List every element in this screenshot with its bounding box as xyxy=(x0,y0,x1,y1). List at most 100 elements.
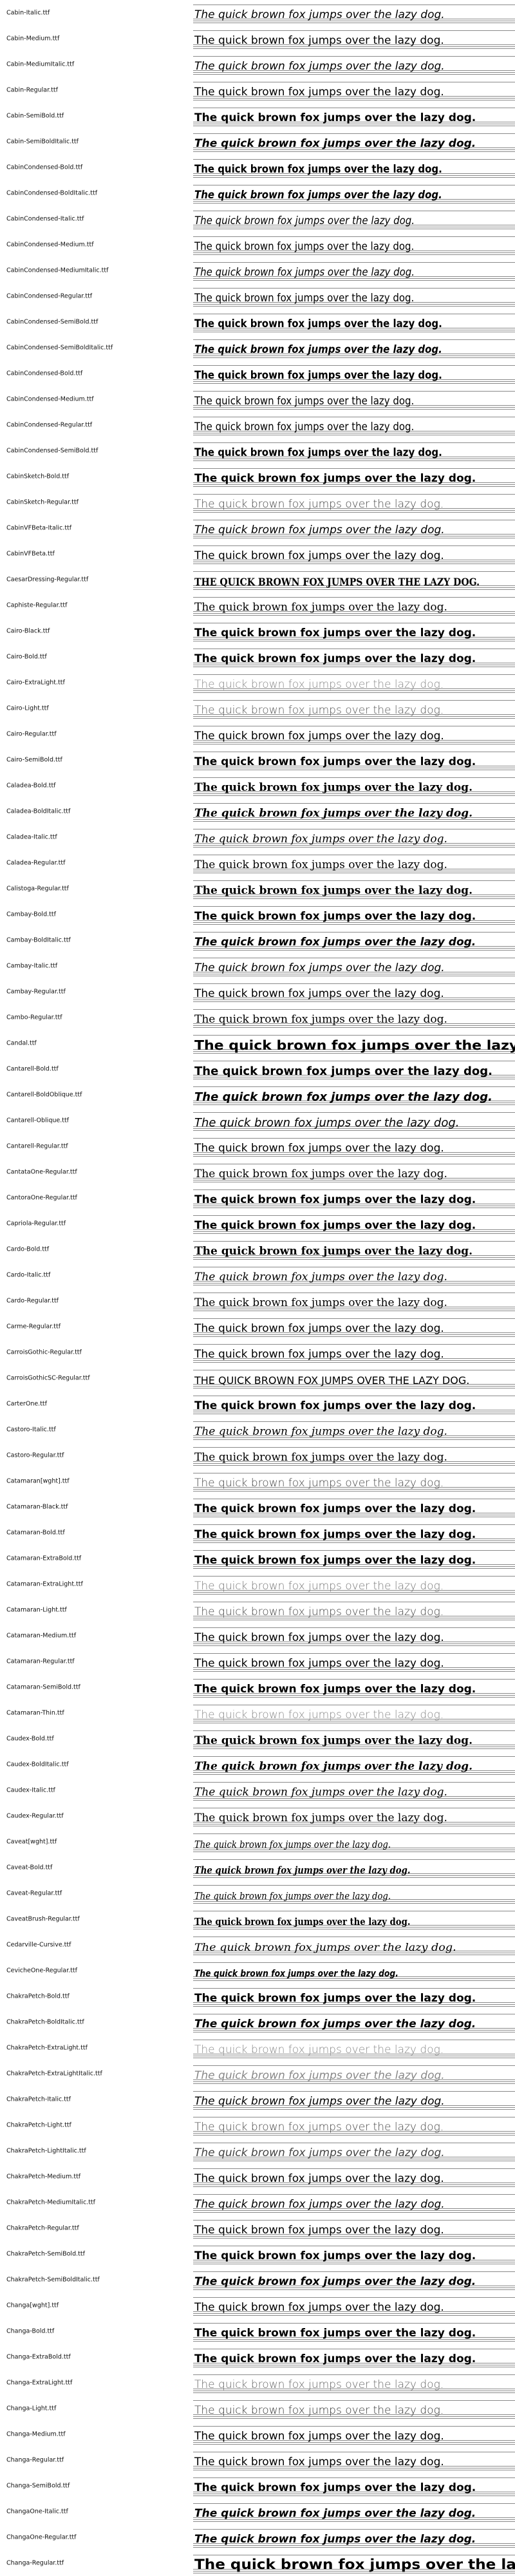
font-filename: Cardo-Regular.ttf xyxy=(6,1297,59,1305)
font-sample-area: The quick brown fox jumps over the lazy … xyxy=(193,1494,515,1520)
font-sample-text: The quick brown fox jumps over the lazy … xyxy=(194,1580,444,1593)
font-sample-text: The quick brown fox jumps over the lazy … xyxy=(194,627,476,640)
font-filename: Caladea-Italic.ttf xyxy=(6,833,57,841)
font-sample-text: The quick brown fox jumps over the lazy … xyxy=(194,1168,447,1181)
font-filename: Changa-Bold.ttf xyxy=(6,2327,55,2335)
font-filename: ChakraPetch-Regular.ttf xyxy=(6,2224,79,2232)
font-filename: Calistoga-Regular.ttf xyxy=(6,885,69,893)
font-row: Cardo-Bold.ttf The quick brown fox jumps … xyxy=(0,1236,515,1262)
font-sample-area: The quick brown fox jumps over the lazy … xyxy=(193,206,515,232)
font-row: ChakraPetch-Italic.ttf The quick brown fo… xyxy=(0,2087,515,2112)
font-sample-area: The quick brown fox jumps over the lazy … xyxy=(193,1159,515,1185)
font-sample-area: The quick brown fox jumps over the lazy … xyxy=(193,2524,515,2550)
font-row: CarterOne.ttf The quick brown fox jumps o… xyxy=(0,1391,515,1417)
font-filename: Changa-Medium.ttf xyxy=(6,2430,66,2438)
guide-line xyxy=(193,2109,515,2110)
font-sample-area: The quick brown fox jumps over the lazy … xyxy=(193,1417,515,1443)
font-row: Changa-Regular.ttf The quick brown fox ju… xyxy=(0,2550,515,2576)
font-filename: Catamaran-Thin.ttf xyxy=(6,1709,64,1717)
guide-line xyxy=(193,2477,515,2478)
font-sample-area: The quick brown fox jumps over the lazy … xyxy=(193,1211,515,1236)
font-row: CabinCondensed-Medium.ttf The quick brown… xyxy=(0,232,515,258)
guide-line xyxy=(193,1318,515,1319)
font-sample-area: The quick brown fox jumps over the lazy … xyxy=(193,2138,515,2164)
font-sample-area: The quick brown fox jumps over the lazy … xyxy=(193,464,515,489)
guide-line xyxy=(193,159,515,160)
font-sample-area: The quick brown fox jumps over the lazy … xyxy=(193,2421,515,2447)
font-filename: CantoraOne-Regular.ttf xyxy=(6,1194,77,1202)
font-row: ChakraPetch-LightItalic.ttf The quick bro… xyxy=(0,2138,515,2164)
font-sample-area: The quick brown fox jumps over the lazy … xyxy=(193,1571,515,1597)
font-sample-area: The quick brown fox jumps over the lazy … xyxy=(193,773,515,799)
font-sample-area: The quick brown fox jumps over the lazy … xyxy=(193,1855,515,1880)
font-row: ChakraPetch-MediumItalic.ttf The quick br… xyxy=(0,2190,515,2215)
font-sample-area: The quick brown fox jumps over the lazy … xyxy=(193,2035,515,2061)
font-sample-text: The quick brown fox jumps over the lazy … xyxy=(194,936,476,949)
font-row: Cabin-SemiBoldItalic.ttf The quick brown … xyxy=(0,129,515,155)
font-sample-area: The quick brown fox jumps over the lazy … xyxy=(193,979,515,1005)
font-row: ChakraPetch-Regular.ttf The quick brown f… xyxy=(0,2215,515,2241)
font-row: Cairo-Light.ttf The quick brown fox jumps… xyxy=(0,696,515,721)
font-sample-area: The quick brown fox jumps over the lazy … xyxy=(193,26,515,52)
font-sample-text: The quick brown fox jumps over the lazy … xyxy=(194,1115,460,1130)
font-row: Castoro-Italic.ttf The quick brown fox ju… xyxy=(0,1417,515,1443)
font-filename: CarroisGothicSC-Regular.ttf xyxy=(6,1374,90,1382)
font-sample-text: The quick brown fox jumps over the lazy … xyxy=(194,807,473,820)
font-row: ChangaOne-Italic.ttf The quick brown fox … xyxy=(0,2499,515,2524)
font-filename: CaveatBrush-Regular.ttf xyxy=(6,1915,80,1923)
font-filename: ChakraPetch-SemiBoldItalic.ttf xyxy=(6,2276,100,2284)
guide-line xyxy=(193,2194,515,2195)
guide-line xyxy=(193,151,515,152)
font-filename: CabinVFBeta.ttf xyxy=(6,550,55,558)
guide-line xyxy=(193,847,515,848)
font-row: ChakraPetch-ExtraLightItalic.ttf The quic… xyxy=(0,2061,515,2087)
font-row: Catamaran-ExtraLight.ttf The quick brown … xyxy=(0,1571,515,1597)
font-row: Caladea-Regular.ttf The quick brown fox j… xyxy=(0,850,515,876)
guide-line xyxy=(193,1877,515,1878)
font-sample-text: The quick brown fox jumps over the lazy … xyxy=(194,858,447,872)
guide-line xyxy=(193,2186,515,2187)
font-row: CabinVFBeta.ttf The quick brown fox jumps… xyxy=(0,541,515,567)
font-row: CarroisGothic-Regular.ttf The quick brown… xyxy=(0,1340,515,1365)
guide-line xyxy=(193,280,515,281)
font-row: Catamaran[wght].ttf The quick brown fox j… xyxy=(0,1468,515,1494)
guide-line xyxy=(193,1782,515,1783)
guide-line xyxy=(193,1104,515,1105)
guide-line xyxy=(193,468,515,469)
font-sample-area: The quick brown fox jumps over the lazy … xyxy=(193,1880,515,1906)
font-filename: CabinCondensed-Regular.ttf xyxy=(6,292,93,300)
font-sample-text: The quick brown fox jumps over the lazy … xyxy=(194,34,444,48)
font-row: Calistoga-Regular.ttf The quick brown fox… xyxy=(0,876,515,902)
font-sample-text: The quick brown fox jumps over the lazy … xyxy=(194,678,444,692)
font-sample-text: The quick brown fox jumps over the lazy … xyxy=(194,395,415,408)
guide-line xyxy=(193,1833,515,1834)
font-filename: Carme-Regular.ttf xyxy=(6,1323,61,1331)
font-sample-area: The quick brown fox jumps over the lazy … xyxy=(193,232,515,258)
font-sample-text: The quick brown fox jumps over the lazy … xyxy=(194,1657,444,1671)
font-filename: Cambay-Bold.ttf xyxy=(6,911,56,918)
font-filename: Catamaran-Bold.ttf xyxy=(6,1529,65,1537)
guide-line xyxy=(193,1627,515,1628)
font-filename: Caladea-Bold.ttf xyxy=(6,782,56,790)
font-sample-area: The quick brown fox jumps over the lazy … xyxy=(193,1443,515,1468)
guide-line xyxy=(193,1130,515,1131)
guide-line xyxy=(193,674,515,675)
guide-line xyxy=(193,803,515,804)
font-filename: Caudex-Regular.ttf xyxy=(6,1812,64,1820)
font-row: CantoraOne-Regular.ttf The quick brown fo… xyxy=(0,1185,515,1211)
font-sample-area: The quick brown fox jumps over the lazy … xyxy=(193,103,515,129)
guide-line xyxy=(193,56,515,57)
font-sample-area: The quick brown fox jumps over the lazy … xyxy=(193,1546,515,1571)
font-sample-text: The quick brown fox jumps over the lazy … xyxy=(194,1812,447,1825)
guide-line xyxy=(193,2238,515,2239)
guide-line xyxy=(193,1259,515,1260)
font-filename: Cairo-SemiBold.ttf xyxy=(6,756,62,764)
font-sample-text: The quick brown fox jumps over the lazy … xyxy=(194,1968,398,1979)
font-sample-area: The quick brown fox jumps over the lazy … xyxy=(193,2370,515,2396)
font-filename: Catamaran-Light.ttf xyxy=(6,1606,67,1614)
font-row: Cairo-ExtraLight.ttf The quick brown fox … xyxy=(0,670,515,696)
font-row: Cardo-Italic.ttf The quick brown fox jump… xyxy=(0,1262,515,1288)
font-filename: Castoro-Italic.ttf xyxy=(6,1426,56,1434)
font-sample-text: The quick brown fox jumps over the lazy … xyxy=(194,1245,473,1258)
font-row: Changa-SemiBold.ttf The quick brown fox j… xyxy=(0,2473,515,2499)
